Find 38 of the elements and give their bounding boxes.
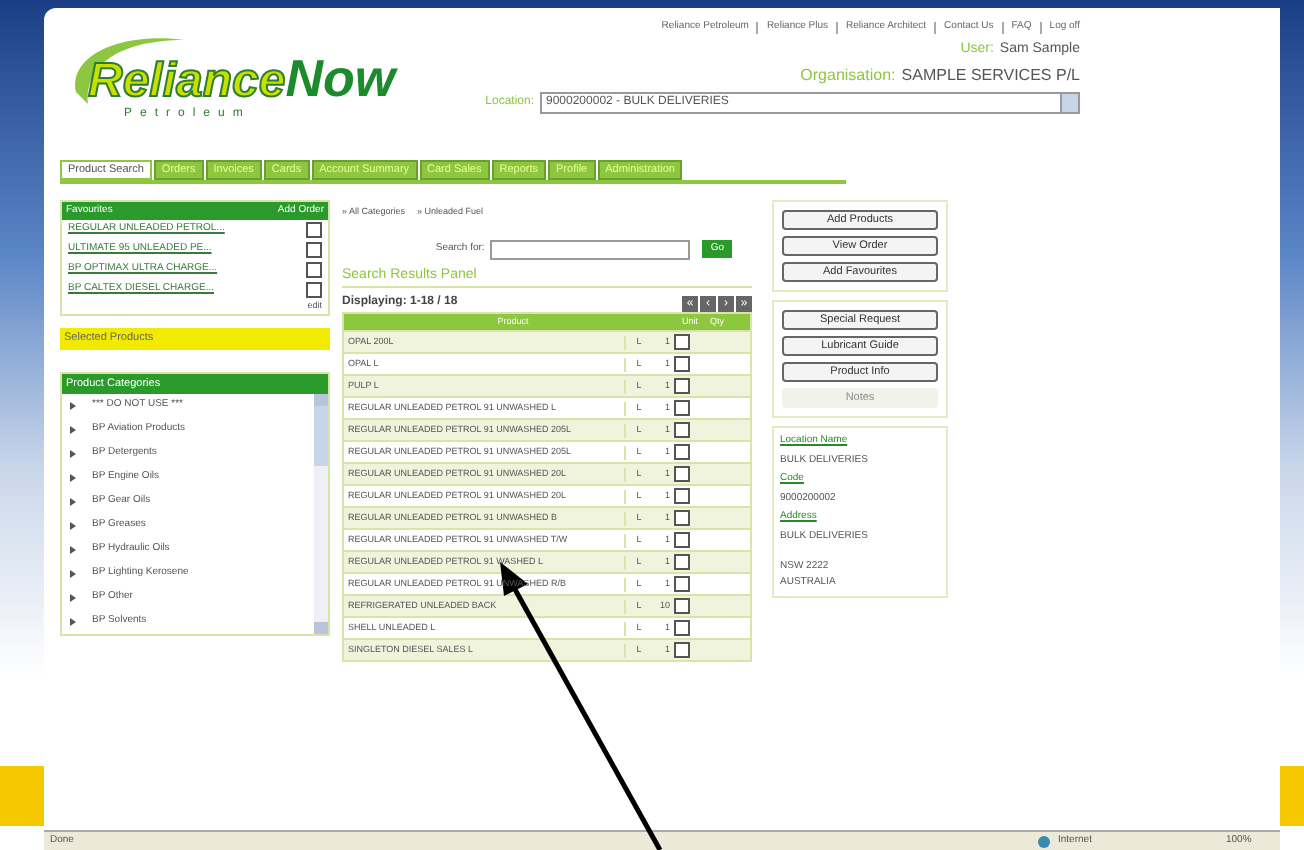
expand-arrow-icon[interactable] (70, 545, 76, 554)
checkbox[interactable] (306, 282, 322, 298)
expand-arrow-icon[interactable] (70, 401, 76, 410)
expand-arrow-icon[interactable] (70, 497, 76, 506)
expand-arrow-icon[interactable] (70, 473, 76, 482)
checkbox[interactable] (673, 444, 689, 461)
checkbox[interactable] (673, 378, 689, 395)
checkbox[interactable] (673, 620, 689, 637)
expand-arrow-icon[interactable] (70, 617, 76, 626)
checkbox[interactable] (673, 510, 689, 527)
checkbox[interactable] (306, 242, 322, 258)
logo-text: Now (285, 52, 396, 104)
logo-text: Reliance (88, 58, 286, 106)
search-field[interactable] (490, 239, 691, 260)
expand-arrow-icon[interactable] (70, 569, 76, 578)
checkbox[interactable] (673, 356, 689, 373)
checkbox[interactable] (306, 262, 322, 278)
checkbox[interactable] (306, 222, 322, 238)
scrollbar[interactable] (314, 393, 328, 634)
globe-icon (1038, 835, 1050, 847)
checkbox[interactable] (673, 576, 689, 593)
expand-arrow-icon[interactable] (70, 521, 76, 530)
desktop-strip (0, 766, 44, 826)
expand-arrow-icon[interactable] (70, 449, 76, 458)
checkbox[interactable] (673, 554, 689, 571)
checkbox[interactable] (673, 466, 689, 483)
checkbox[interactable] (673, 422, 689, 439)
organisation-label: Organisation: (800, 64, 896, 88)
checkbox[interactable] (673, 642, 689, 659)
expand-arrow-icon[interactable] (70, 593, 76, 602)
expand-arrow-icon[interactable] (70, 425, 76, 434)
checkbox[interactable] (673, 598, 689, 615)
checkbox[interactable] (673, 334, 689, 351)
desktop-strip (1280, 766, 1304, 826)
checkbox[interactable] (673, 532, 689, 549)
checkbox[interactable] (673, 400, 689, 417)
organisation-name: SAMPLE SERVICES P/L (901, 64, 1080, 88)
checkbox[interactable] (673, 488, 689, 505)
